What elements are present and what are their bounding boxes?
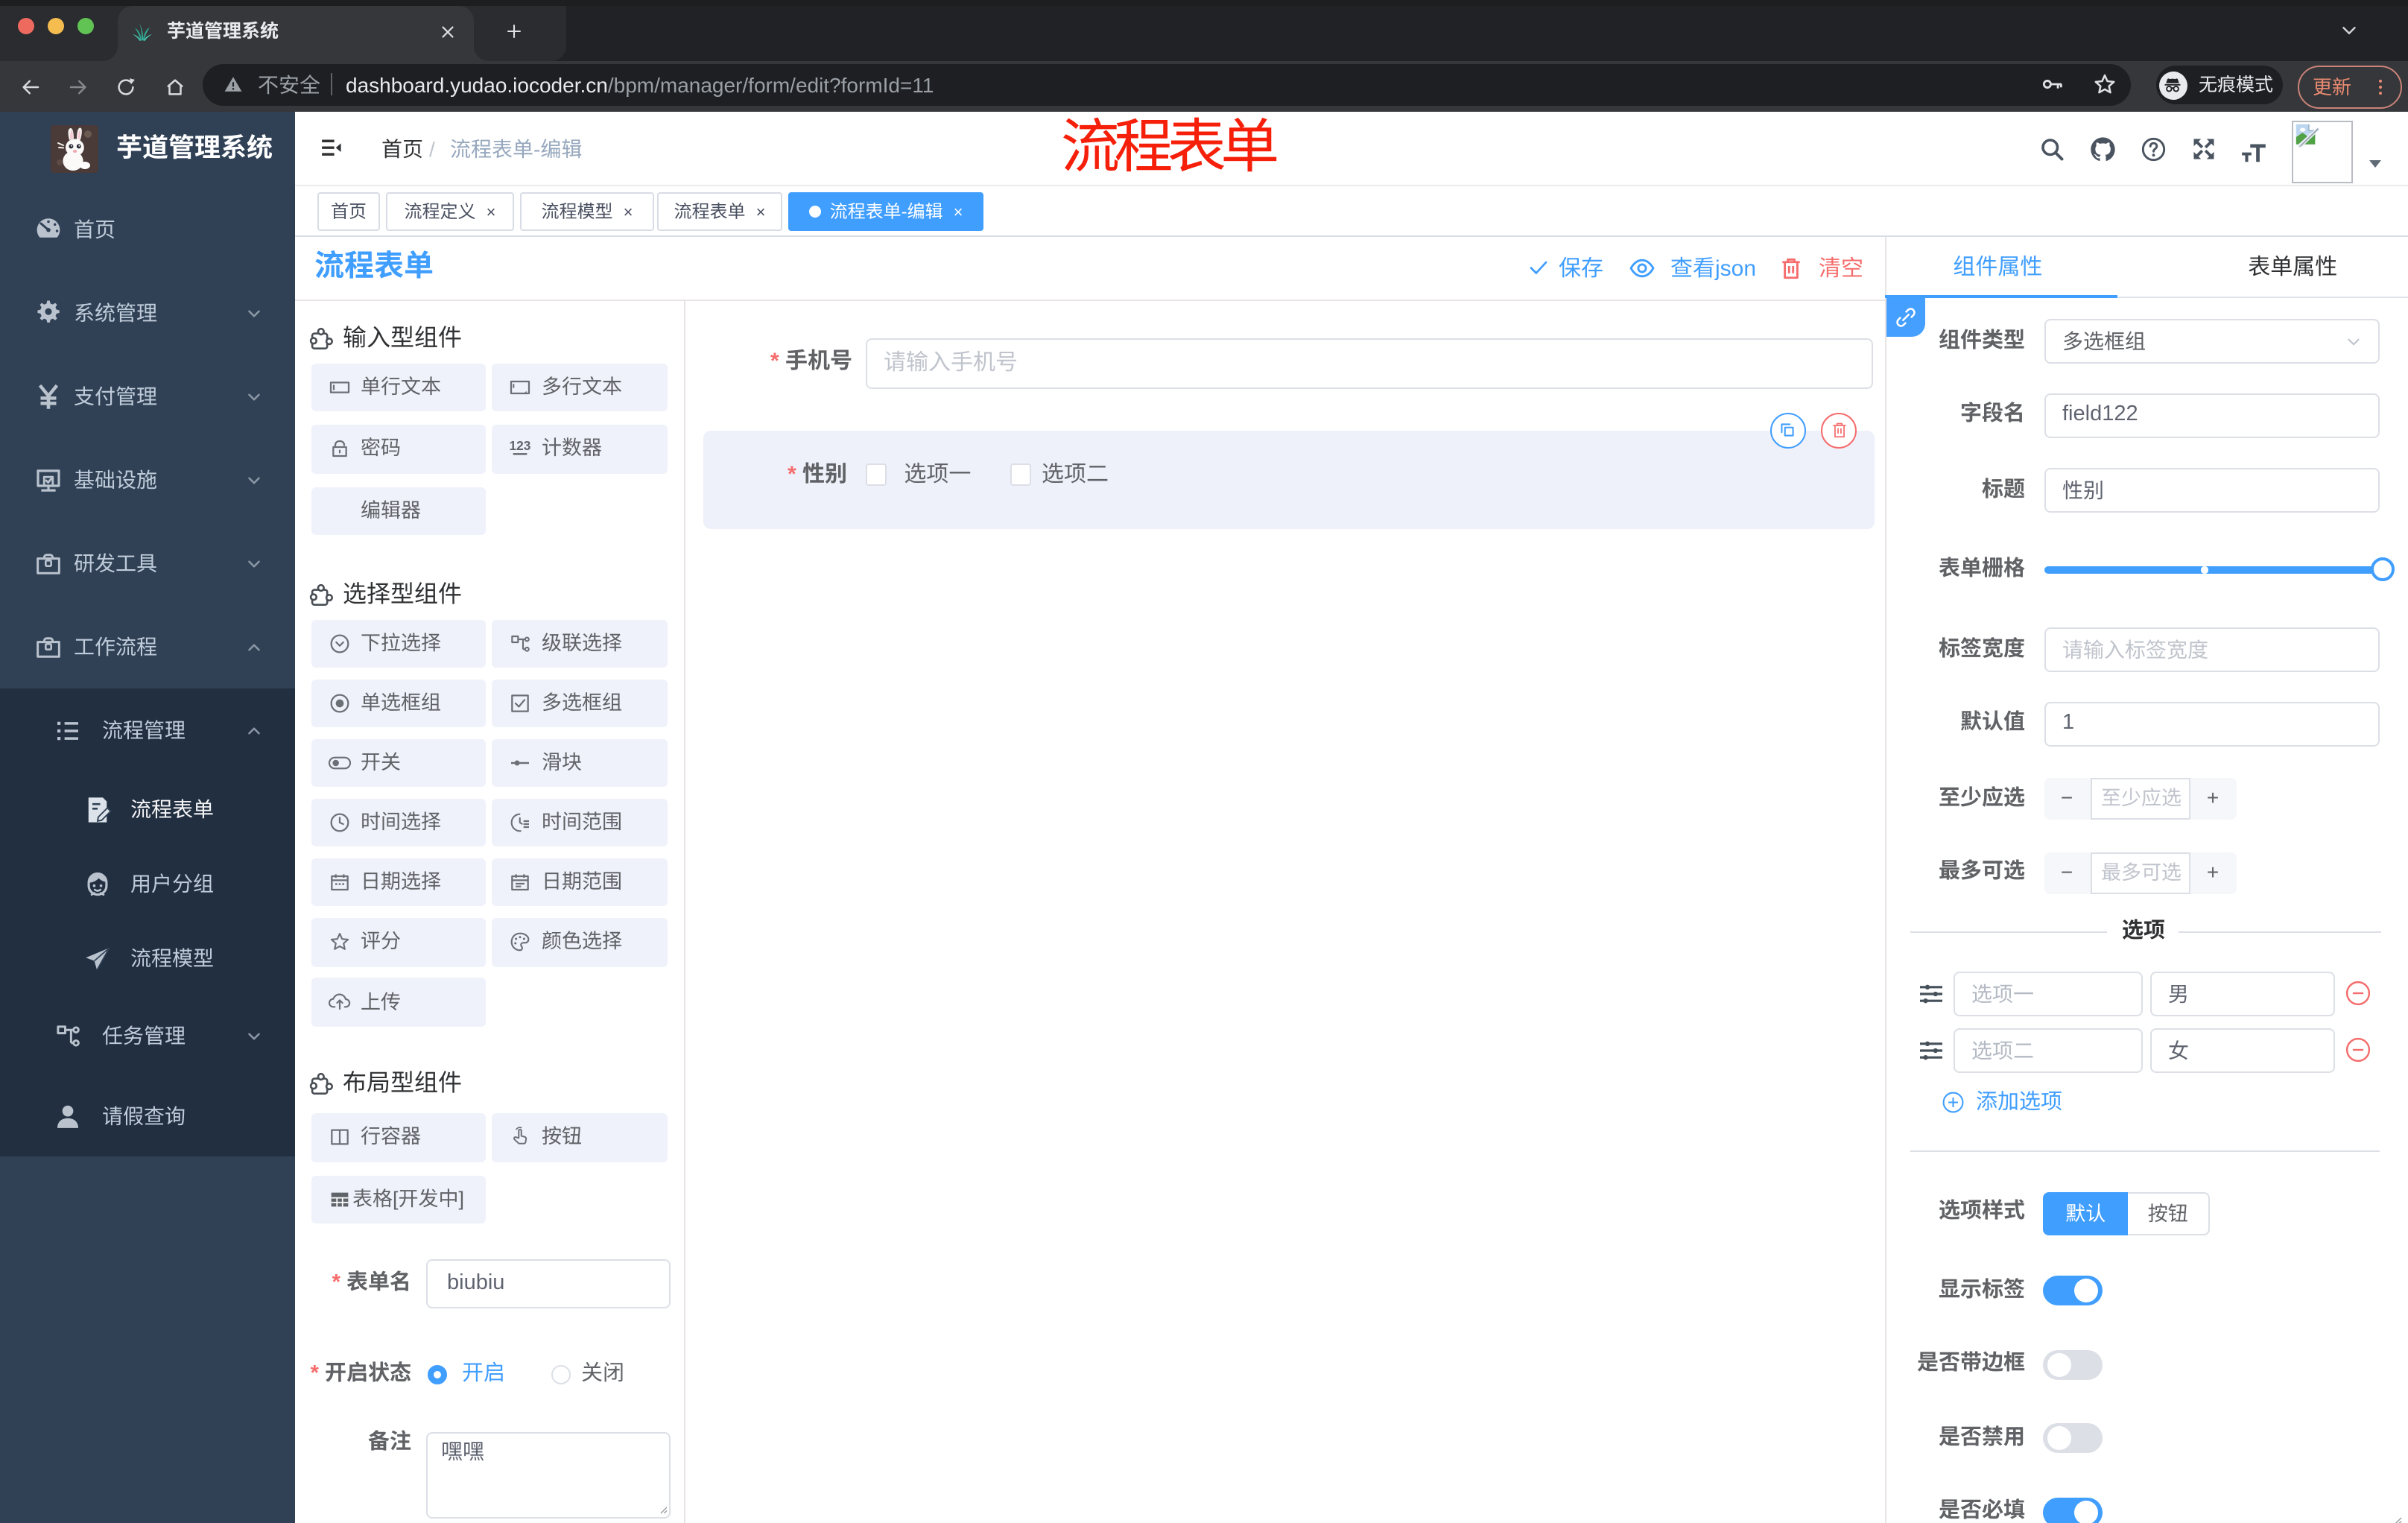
svg-text:123: 123: [510, 438, 531, 453]
